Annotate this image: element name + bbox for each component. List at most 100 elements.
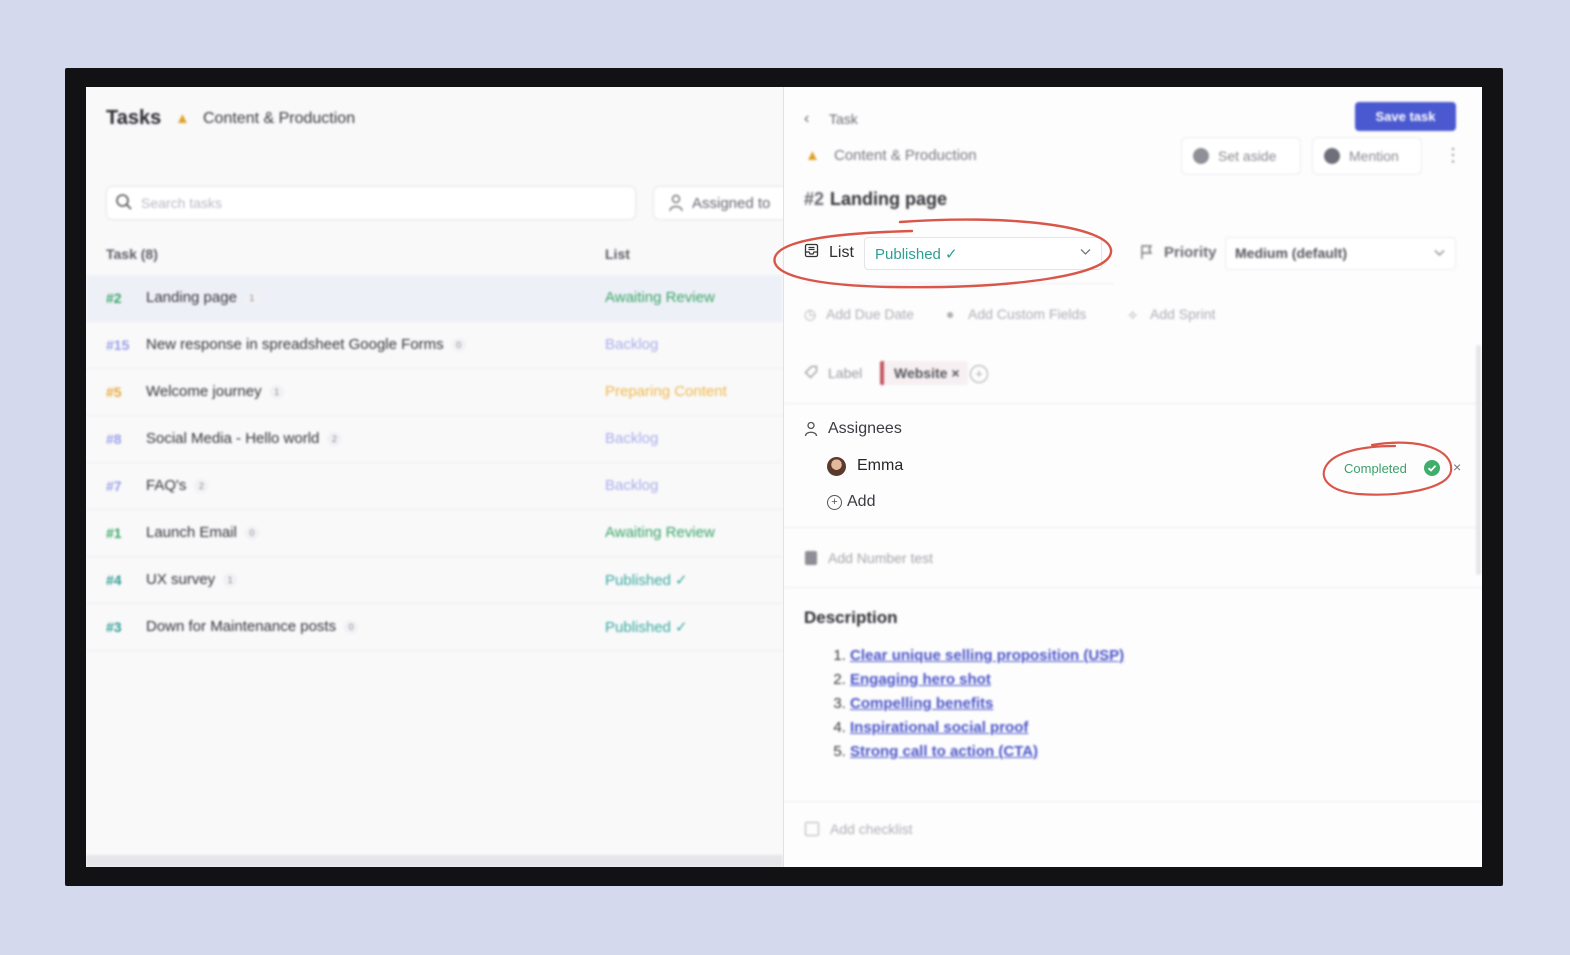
page-title: Tasks (106, 107, 162, 129)
table-row[interactable]: #5 Welcome journey 1 Preparing Content (86, 369, 783, 416)
divider (784, 527, 1482, 528)
vertical-scrollbar[interactable] (1476, 345, 1481, 575)
description-link[interactable]: Strong call to action (CTA) (850, 743, 1038, 760)
add-due-date-button[interactable]: Add Due Date (826, 306, 914, 322)
comment-count-badge: 0 (344, 620, 359, 635)
description-title: Description (804, 608, 898, 627)
assignee-status[interactable]: Completed (1344, 461, 1407, 476)
task-number: #4 (106, 572, 122, 588)
comment-count-badge: 2 (194, 479, 209, 494)
comment-count-badge: 1 (244, 291, 259, 306)
set-aside-button[interactable]: Set aside (1181, 137, 1301, 175)
user-icon (669, 194, 683, 212)
description-item: Inspirational social proof (850, 716, 1124, 740)
task-name: Landing page 1 (146, 289, 259, 306)
task-list-status: Published ✓ (605, 619, 688, 636)
chevron-down-icon (1080, 249, 1091, 255)
description-list[interactable]: Clear unique selling proposition (USP) En… (828, 644, 1124, 764)
number-field-icon (805, 551, 817, 565)
task-name: Down for Maintenance posts 0 (146, 618, 359, 635)
table-row[interactable]: #3 Down for Maintenance posts 0 Published ✓ (86, 604, 783, 651)
task-number: #3 (106, 619, 122, 635)
table-row[interactable]: #8 Social Media - Hello world 2 Backlog (86, 416, 783, 463)
divider (804, 283, 1114, 284)
add-custom-fields-button[interactable]: Add Custom Fields (968, 306, 1086, 322)
search-input[interactable]: Search tasks (106, 186, 636, 220)
task-project-name: Content & Production (834, 147, 977, 164)
assigned-filter-label: Assigned to (692, 195, 771, 212)
task-list-status: Awaiting Review (605, 289, 715, 306)
back-link[interactable]: Task (829, 111, 858, 127)
app-window: Tasks ▲ Content & Production Search task… (86, 87, 1482, 867)
table-row[interactable]: #7 FAQ's 2 Backlog (86, 463, 783, 510)
mention-button[interactable]: Mention (1312, 137, 1422, 175)
add-label-icon[interactable]: + (970, 365, 988, 383)
project-name: Content & Production (203, 110, 356, 127)
description-item: Compelling benefits (850, 692, 1124, 716)
add-checklist-button[interactable]: Add checklist (830, 821, 912, 837)
task-number: #2 (804, 189, 825, 209)
task-list-status: Backlog (605, 430, 659, 447)
task-name-text: Welcome journey (146, 383, 262, 400)
add-assignee-button[interactable]: Add (847, 493, 875, 511)
horizontal-scrollbar[interactable] (86, 855, 783, 867)
list-field-label: List (829, 244, 854, 261)
column-header-list[interactable]: List (605, 246, 630, 262)
task-title: #2 Landing page (804, 189, 947, 210)
save-task-button[interactable]: Save task (1355, 102, 1456, 131)
warning-triangle-icon: ▲ (175, 110, 190, 127)
priority-field-label: Priority (1164, 244, 1217, 261)
priority-select[interactable]: Medium (default) (1225, 237, 1456, 270)
comment-count-badge: 1 (223, 573, 238, 588)
task-list-status: Backlog (605, 336, 659, 353)
task-name-text: UX survey (146, 571, 216, 588)
description-link[interactable]: Engaging hero shot (850, 671, 991, 688)
user-icon (804, 421, 818, 437)
avatar (827, 457, 846, 476)
task-name: Welcome journey 1 (146, 383, 284, 400)
description-link[interactable]: Clear unique selling proposition (USP) (850, 647, 1124, 664)
comment-count-badge: 0 (451, 338, 466, 353)
task-name-text: Social Media - Hello world (146, 430, 320, 447)
task-list-status: Preparing Content (605, 383, 727, 400)
list-select[interactable]: Published ✓ (864, 237, 1102, 270)
remove-assignee-icon[interactable]: × (1453, 459, 1461, 475)
task-number: #2 (106, 290, 122, 306)
task-number: #1 (106, 525, 122, 541)
label-tag-website[interactable]: Website × (880, 361, 968, 385)
assigned-filter-button[interactable]: Assigned to (653, 186, 783, 220)
clock-icon: ◷ (804, 306, 817, 322)
task-name-text: FAQ's (146, 477, 187, 494)
assignees-label: Assignees (828, 420, 902, 437)
task-name-text: Landing page (146, 289, 237, 306)
description-link[interactable]: Inspirational social proof (850, 719, 1028, 736)
table-row[interactable]: #4 UX survey 1 Published ✓ (86, 557, 783, 604)
flag-icon (1141, 245, 1153, 259)
sprint-icon: ⟡ (1128, 306, 1138, 322)
back-chevron-icon[interactable]: ‹ (804, 110, 809, 128)
description-link[interactable]: Compelling benefits (850, 695, 993, 712)
table-row[interactable]: #1 Launch Email 0 Awaiting Review (86, 510, 783, 557)
task-list-status: Published ✓ (605, 572, 688, 589)
more-options-icon[interactable]: ⋮ (1444, 145, 1462, 166)
description-item: Strong call to action (CTA) (850, 740, 1124, 764)
mention-label: Mention (1349, 148, 1399, 164)
task-list-status: Backlog (605, 477, 659, 494)
check-circle-icon[interactable] (1424, 460, 1440, 476)
add-sprint-button[interactable]: Add Sprint (1150, 306, 1215, 322)
divider (784, 801, 1482, 802)
add-circle-icon[interactable]: + (827, 495, 842, 510)
task-title-text: Landing page (830, 189, 948, 209)
table-row[interactable]: #2 Landing page 1 Awaiting Review (86, 275, 783, 322)
task-name-text: Down for Maintenance posts (146, 618, 337, 635)
set-aside-label: Set aside (1218, 148, 1277, 164)
task-name: Social Media - Hello world 2 (146, 430, 342, 447)
add-number-field-button[interactable]: Add Number test (828, 550, 933, 566)
table-row[interactable]: #15 New response in spreadsheet Google Fo… (86, 322, 783, 369)
tag-icon (804, 365, 818, 379)
task-name: New response in spreadsheet Google Forms… (146, 336, 466, 353)
checklist-icon (805, 822, 819, 836)
divider (784, 403, 1482, 404)
warning-triangle-icon: ▲ (805, 147, 820, 164)
column-header-task[interactable]: Task (8) (106, 246, 158, 262)
